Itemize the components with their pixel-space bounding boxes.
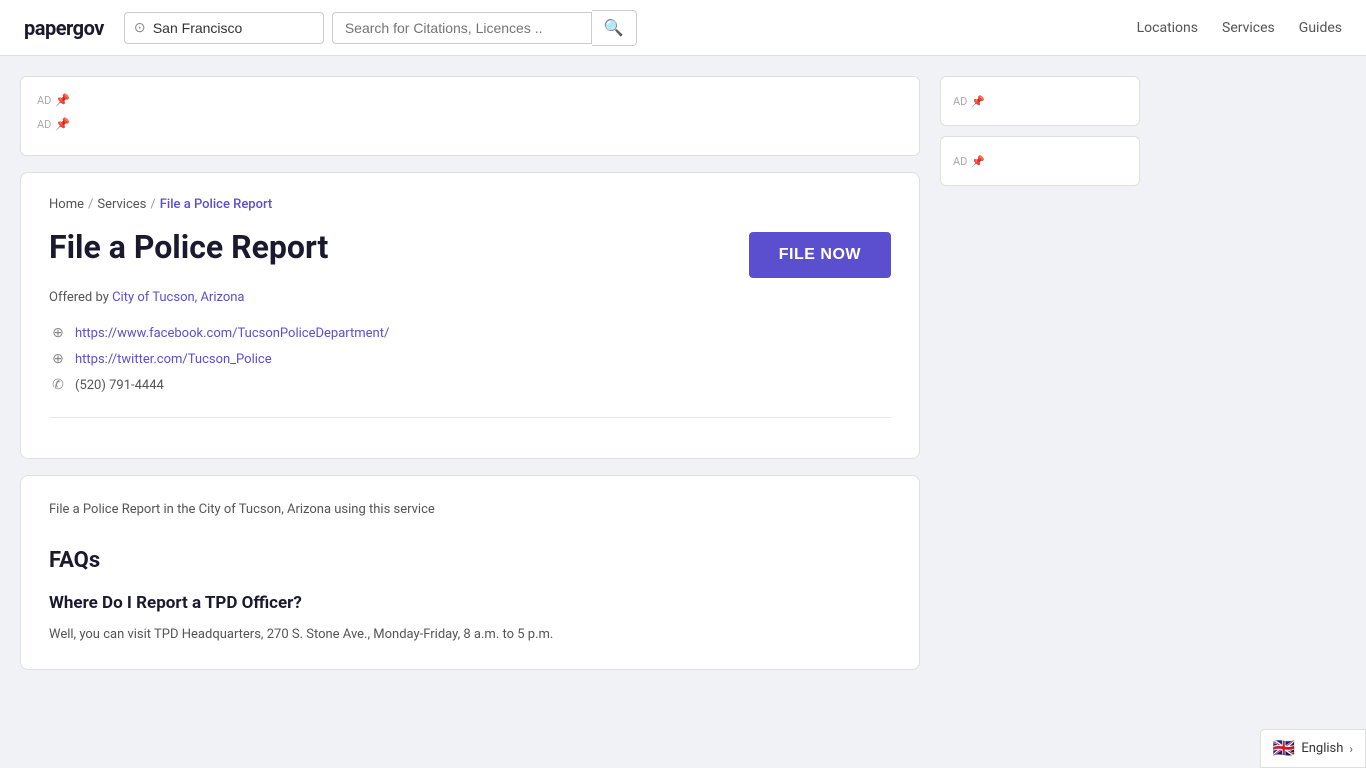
page-wrapper: AD 📌 AD 📌 Home / Services / File a Polic…	[0, 56, 1366, 690]
breadcrumb-services[interactable]: Services	[97, 197, 146, 212]
location-input-wrapper: ⊙	[124, 12, 324, 44]
faq1-question: Where Do I Report a TPD Officer?	[49, 593, 891, 613]
faq1-answer: Well, you can visit TPD Headquarters, 27…	[49, 625, 891, 646]
nav-guides[interactable]: Guides	[1299, 20, 1342, 36]
search-bar: ⊙ 🔍	[124, 10, 637, 46]
ad-text-1: AD	[37, 94, 51, 107]
file-now-button[interactable]: FILE NOW	[749, 232, 891, 278]
ad-text-2: AD	[37, 118, 51, 131]
ad-label-2: AD 📌	[37, 117, 903, 131]
search-button[interactable]: 🔍	[592, 10, 637, 46]
phone-icon: ✆	[49, 377, 67, 393]
sidebar-ad-pin-1: 📌	[971, 95, 985, 108]
divider	[49, 417, 891, 418]
language-label: English	[1301, 741, 1343, 756]
breadcrumb: Home / Services / File a Police Report	[49, 197, 891, 212]
breadcrumb-current: File a Police Report	[160, 197, 273, 212]
header-left: papergov ⊙ 🔍	[24, 10, 637, 46]
description-card: File a Police Report in the City of Tucs…	[20, 475, 920, 670]
service-card: Home / Services / File a Police Report F…	[20, 172, 920, 459]
service-header: File a Police Report FILE NOW	[49, 228, 891, 278]
location-icon: ⊙	[134, 20, 146, 36]
globe-icon-2: ⊕	[49, 351, 67, 367]
sidebar-ad-2: AD 📌	[940, 136, 1140, 186]
sidebar-ad-text-1: AD	[953, 95, 967, 108]
facebook-link[interactable]: https://www.facebook.com/TucsonPoliceDep…	[75, 326, 389, 341]
search-input-wrapper: 🔍	[332, 10, 637, 46]
twitter-link-item: ⊕ https://twitter.com/Tucson_Police	[49, 351, 891, 367]
header: papergov ⊙ 🔍 Locations Services Guides	[0, 0, 1366, 56]
offered-by-link[interactable]: City of Tucson, Arizona	[112, 290, 244, 305]
main-content: AD 📌 AD 📌 Home / Services / File a Polic…	[20, 76, 920, 670]
phone-link-item: ✆ (520) 791-4444	[49, 377, 891, 393]
phone-number: (520) 791-4444	[75, 378, 164, 393]
facebook-link-item: ⊕ https://www.facebook.com/TucsonPoliceD…	[49, 325, 891, 341]
nav-locations[interactable]: Locations	[1137, 20, 1198, 36]
language-badge[interactable]: 🇬🇧 English ›	[1260, 729, 1366, 768]
globe-icon-1: ⊕	[49, 325, 67, 341]
sidebar: AD 📌 AD 📌	[940, 76, 1140, 670]
ad-pin-icon-1: 📌	[55, 93, 70, 107]
header-nav: Locations Services Guides	[1137, 20, 1342, 36]
flag-icon: 🇬🇧	[1273, 738, 1295, 759]
search-icon: 🔍	[604, 18, 624, 38]
ad-pin-icon-2: 📌	[55, 117, 70, 131]
search-input[interactable]	[332, 12, 592, 44]
contact-links: ⊕ https://www.facebook.com/TucsonPoliceD…	[49, 325, 891, 393]
offered-by: Offered by City of Tucson, Arizona	[49, 290, 891, 305]
breadcrumb-home[interactable]: Home	[49, 197, 84, 212]
nav-services[interactable]: Services	[1222, 20, 1275, 36]
breadcrumb-sep1: /	[88, 197, 93, 212]
logo[interactable]: papergov	[24, 16, 104, 40]
twitter-link[interactable]: https://twitter.com/Tucson_Police	[75, 352, 272, 367]
location-input[interactable]	[124, 12, 324, 44]
breadcrumb-sep2: /	[150, 197, 155, 212]
sidebar-ad-1: AD 📌	[940, 76, 1140, 126]
ad-label-1: AD 📌	[37, 93, 903, 107]
faqs-title: FAQs	[49, 548, 891, 573]
sidebar-ad-text-2: AD	[953, 155, 967, 168]
service-title: File a Police Report	[49, 228, 328, 266]
sidebar-ad-pin-2: 📌	[971, 155, 985, 168]
ad-box-top: AD 📌 AD 📌	[20, 76, 920, 156]
offered-by-prefix: Offered by	[49, 290, 109, 305]
description-text: File a Police Report in the City of Tucs…	[49, 500, 891, 520]
chevron-right-icon: ›	[1349, 742, 1353, 756]
